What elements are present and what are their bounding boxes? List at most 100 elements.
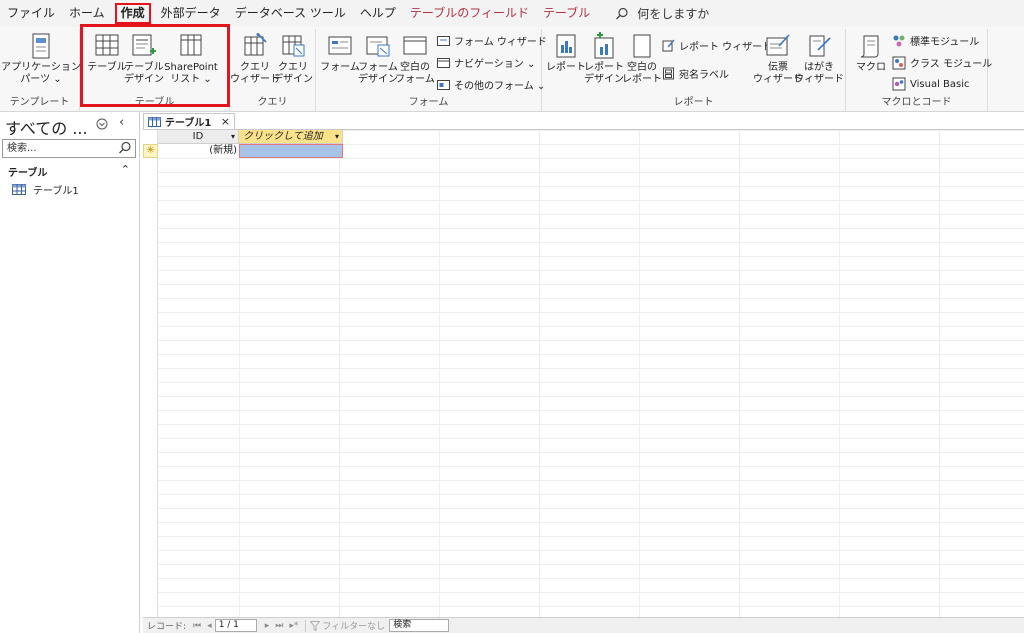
record-search-input[interactable]: 検索 [389,619,450,632]
visual-basic-button[interactable]: Visual Basic [892,77,970,91]
form-wizard-icon [437,35,450,46]
class-module-button[interactable]: クラス モジュール [892,55,992,70]
form-button[interactable]: フォーム [320,32,360,74]
group-label-macros-code: マクロとコード [881,97,952,108]
postcard-wizard-icon [809,35,831,57]
blank-report-button[interactable]: 空白の レポート [622,32,662,86]
nav-search-placeholder: 検索... [7,143,37,154]
slip-wizard-icon [766,34,790,56]
tell-me-search[interactable]: 何をしますか [615,5,709,22]
nav-section-tables[interactable]: テーブル ⌃ [8,163,134,179]
query-design-icon [282,35,305,57]
group-templates: アプリケーション パーツ ⌄ テンプレート [0,29,81,111]
divider [305,619,307,632]
macro-button[interactable]: マクロ [852,32,890,74]
record-position-input[interactable]: 1 / 1 [214,619,257,632]
standard-module-button[interactable]: 標準モジュール [892,33,979,48]
tab-table[interactable]: テーブル [536,0,597,27]
group-macros-code: マクロ 標準モジュール クラス モジュール Visual Basic マクロとコ… [846,29,992,111]
group-forms: フォーム フォーム デザイン 空白の フォーム フォーム ウィザード ナビゲーシ… [316,29,547,111]
close-icon[interactable]: × [221,115,230,128]
nav-item-label: テーブル1 [33,186,79,197]
highlight-tables-group [80,24,230,107]
new-record-icon[interactable]: ✳ [143,144,158,158]
blank-form-icon [403,36,427,55]
new-record-nav-icon[interactable]: ▸* [289,621,298,631]
labels-button[interactable]: 宛名ラベル [662,66,729,81]
query-wizard-button[interactable]: クエリ ウィザード [230,32,280,86]
tab-create[interactable]: 作成 [114,2,152,25]
report-design-button[interactable]: レポート デザイン [584,32,624,86]
tab-external-data[interactable]: 外部データ [154,0,228,27]
macro-icon [860,35,879,58]
labels-icon [663,67,674,80]
chevron-down-icon[interactable]: ▾ [335,130,339,143]
report-wizard-icon [662,39,675,52]
navigation-form-icon [437,57,450,68]
filter-icon [310,620,321,631]
record-label: レコード: [147,622,187,632]
collapse-pane-icon[interactable]: ‹ [119,115,124,130]
report-icon [556,34,576,58]
form-design-button[interactable]: フォーム デザイン [358,32,398,86]
document-tab-table1[interactable]: テーブル1 × [143,113,235,129]
navigation-button[interactable]: ナビゲーション ⌄ [437,55,535,70]
tab-home[interactable]: ホーム [62,0,112,27]
column-header-id-label: ID [192,131,204,142]
chevron-down-icon[interactable]: ▾ [231,130,235,143]
more-forms-button[interactable]: その他のフォーム ⌄ [437,77,545,92]
nav-section-label: テーブル [8,168,48,179]
more-forms-icon [437,79,450,90]
group-reports: レポート レポート デザイン 空白の レポート レポート ウィザード 宛名ラベル… [542,29,846,111]
column-header-id[interactable]: ID ▾ [158,130,239,144]
tab-table-fields[interactable]: テーブルのフィールド [403,0,536,27]
table-icon [148,116,161,127]
postcard-wizard-button[interactable]: はがき ウィザード [794,32,844,86]
tell-me-placeholder: 何をしますか [637,7,710,21]
id-cell-new[interactable]: (新規) [158,144,239,158]
datasheet-grid[interactable]: ID ▾ クリックして追加 ▾ ✳ (新規) [143,129,1024,618]
slip-wizard-button[interactable]: 伝票 ウィザード [753,32,803,86]
blank-report-icon [633,34,651,58]
search-icon [616,7,628,19]
report-wizard-button[interactable]: レポート ウィザード [662,38,772,53]
query-wizard-icon [244,33,267,56]
group-label-forms: フォーム [408,97,449,108]
chevron-up-icon: ⌃ [120,163,130,176]
group-label-queries: クエリ [257,97,288,108]
form-wizard-button[interactable]: フォーム ウィザード [437,33,547,48]
last-record-icon[interactable]: ⏭ [275,621,283,631]
report-design-icon [594,32,614,59]
search-icon [119,141,131,154]
form-design-icon [366,36,390,57]
application-parts-icon [32,33,50,59]
column-header-add[interactable]: クリックして追加 ▾ [239,130,343,144]
first-record-icon[interactable]: ⏮ [193,621,201,631]
table-icon [12,184,26,195]
group-label-templates: テンプレート [9,97,70,108]
nav-pane-title[interactable]: すべての ... [5,115,88,139]
navigation-pane: すべての ... ‹ 検索... テーブル ⌃ テーブル1 [0,112,140,633]
tab-file[interactable]: ファイル [0,0,62,27]
nav-search-input[interactable]: 検索... [2,139,136,158]
class-module-icon [892,56,906,69]
document-tab-label: テーブル1 [165,118,212,129]
visual-basic-icon [892,77,906,91]
prev-record-icon[interactable]: ◂ [207,621,212,631]
group-label-reports: レポート [673,97,714,108]
nav-dropdown-icon[interactable] [96,118,108,133]
menu-bar: ファイル ホーム 作成 外部データ データベース ツール ヘルプ テーブルのフィ… [0,0,1024,27]
report-button[interactable]: レポート [546,32,586,74]
selected-cell[interactable] [239,144,343,158]
record-selector-column[interactable] [143,130,158,618]
filter-status[interactable]: フィルターなし [322,619,385,632]
nav-item-table1[interactable]: テーブル1 [12,182,79,197]
group-queries: クエリ ウィザード クエリ デザイン クエリ [230,29,316,111]
application-parts-button[interactable]: アプリケーション パーツ ⌄ [1,32,81,86]
blank-form-button[interactable]: 空白の フォーム [395,32,435,86]
query-design-button[interactable]: クエリ デザイン [273,32,313,86]
tab-database-tools[interactable]: データベース ツール [228,0,353,27]
next-record-icon[interactable]: ▸ [265,621,270,631]
tab-help[interactable]: ヘルプ [353,0,403,27]
column-header-add-label: クリックして追加 [243,131,323,142]
